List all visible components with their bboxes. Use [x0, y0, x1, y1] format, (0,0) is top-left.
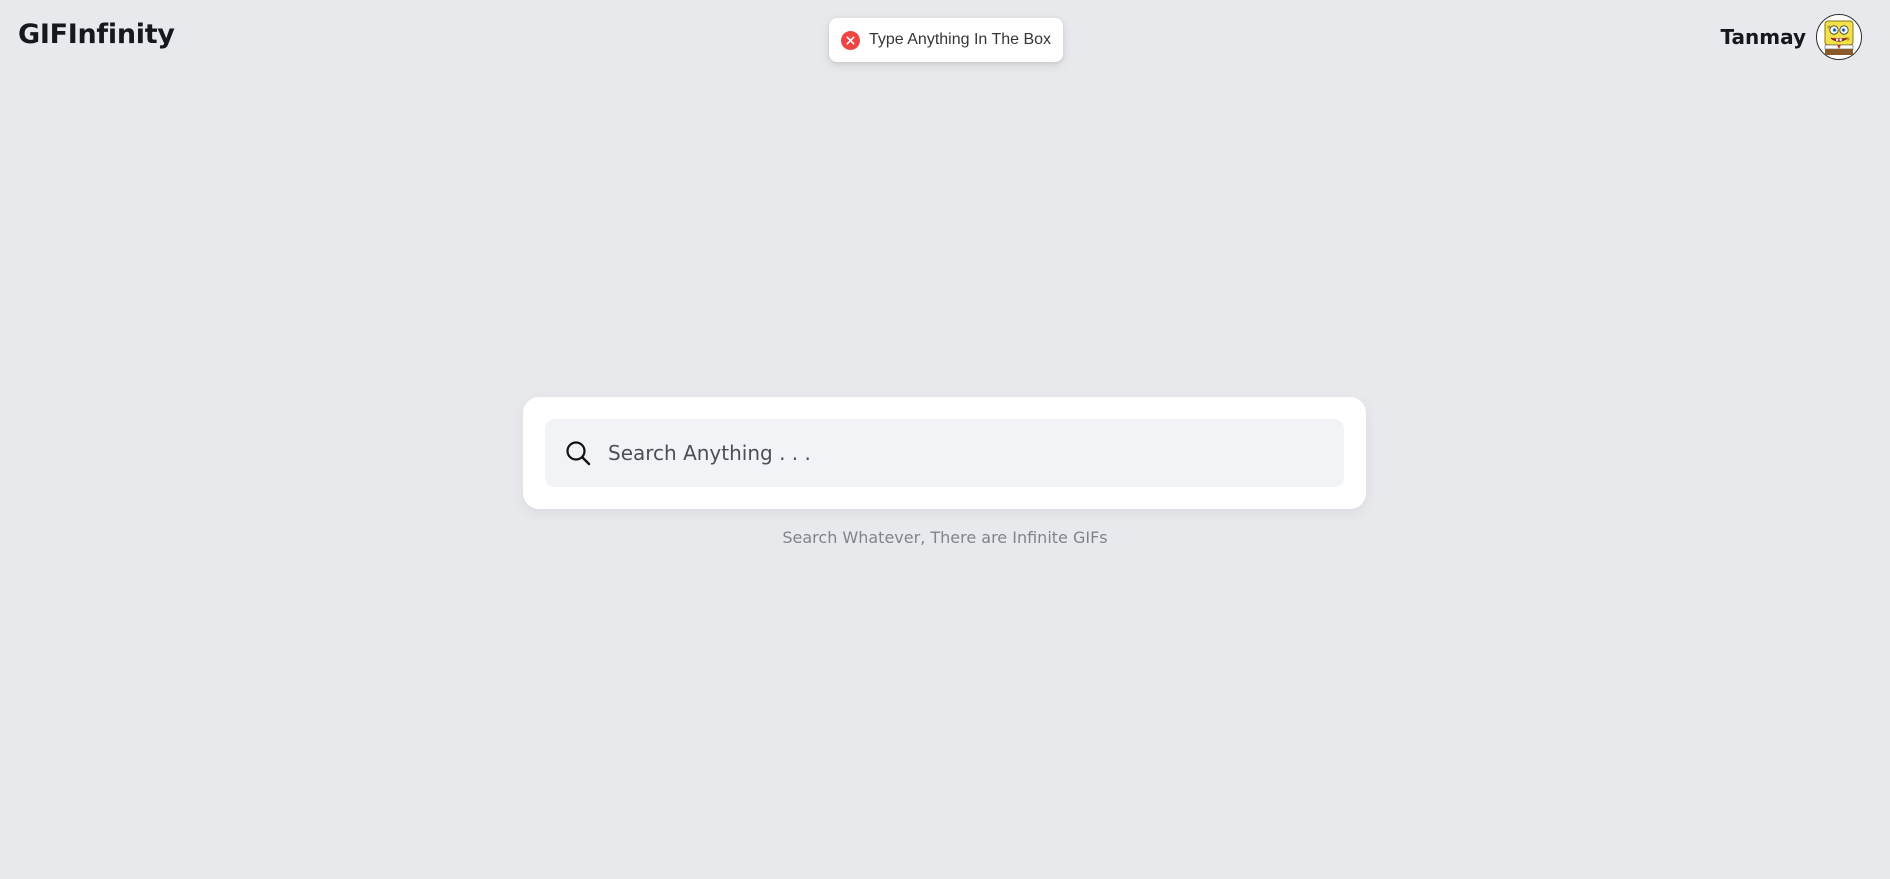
search-input[interactable] [592, 418, 1344, 488]
search-hint: Search Whatever, There are Infinite GIFs [782, 528, 1108, 547]
error-x-icon [841, 30, 860, 50]
toast-message: Type Anything In The Box [869, 31, 1052, 48]
search-icon[interactable] [564, 439, 592, 467]
spongebob-avatar-icon [1817, 15, 1861, 59]
user-menu[interactable]: Tanmay [1720, 14, 1862, 60]
avatar[interactable] [1816, 14, 1862, 60]
search-box[interactable] [545, 418, 1344, 488]
page: GIFInfinity Type Anything In The Box Tan… [0, 0, 1890, 879]
brand-logo[interactable]: GIFInfinity [18, 19, 175, 50]
user-name: Tanmay [1720, 25, 1806, 49]
search-card [523, 397, 1366, 509]
error-toast: Type Anything In The Box [829, 18, 1064, 62]
